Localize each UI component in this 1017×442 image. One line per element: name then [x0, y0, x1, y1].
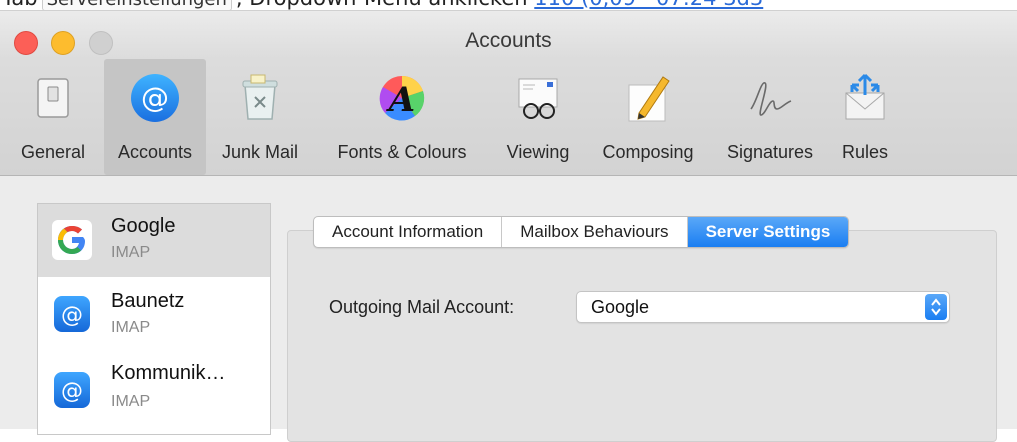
- svg-text:A: A: [386, 80, 415, 120]
- font-color-wheel-icon: A: [379, 75, 425, 121]
- outgoing-mail-account-value: Google: [591, 297, 650, 317]
- caption-suffix: , Dropdown-Menü anklicken: [236, 0, 528, 10]
- general-switch-icon: [37, 78, 69, 118]
- tab-account-information[interactable]: Account Information: [314, 217, 503, 247]
- glasses-letter-icon: [518, 78, 558, 119]
- toolbar-fonts-colours-label: Fonts & Colours: [337, 142, 467, 162]
- toolbar-viewing-label: Viewing: [506, 142, 570, 162]
- window-title: Accounts: [465, 29, 552, 52]
- toolbar-composing-label: Composing: [602, 142, 694, 162]
- svg-text:@: @: [61, 303, 83, 328]
- junk-trash-icon: [242, 74, 278, 120]
- account-detail-pane: [287, 230, 997, 442]
- toolbar-junk-mail-label: Junk Mail: [221, 142, 299, 162]
- account-type: IMAP: [111, 244, 151, 261]
- toolbar-junk-mail[interactable]: Junk Mail: [208, 59, 312, 175]
- toolbar-accounts[interactable]: @ Accounts: [104, 59, 206, 175]
- popup-stepper[interactable]: [925, 294, 947, 320]
- account-item-kommunik[interactable]: @ Kommunik… IMAP: [38, 352, 270, 425]
- toolbar-rules-label: Rules: [841, 142, 889, 162]
- preferences-window: Accounts General @ Accounts Junk Mail A …: [0, 10, 1017, 442]
- content-area: Google IMAP @ Baunetz IMAP @ Kommunik… I…: [0, 176, 1017, 442]
- account-name: Baunetz: [111, 290, 185, 312]
- chevron-updown-icon: [931, 298, 941, 316]
- toolbar-signatures[interactable]: Signatures: [710, 59, 830, 175]
- toolbar-signatures-label: Signatures: [726, 142, 814, 162]
- tab-mailbox-behaviours[interactable]: Mailbox Behaviours: [502, 217, 688, 247]
- detail-tab-bar: Account Information Mailbox Behaviours S…: [313, 216, 850, 248]
- toolbar-composing[interactable]: Composing: [586, 59, 710, 175]
- account-item-baunetz[interactable]: @ Baunetz IMAP: [38, 278, 270, 351]
- instruction-caption: TabServereinstellungen, Dropdown-Menü an…: [0, 0, 1017, 11]
- tab-server-settings[interactable]: Server Settings: [687, 217, 849, 247]
- account-type: IMAP: [111, 319, 151, 336]
- account-list: Google IMAP @ Baunetz IMAP @ Kommunik… I…: [37, 203, 271, 435]
- caption-link[interactable]: 110 (0,09 · 07:24 3d3: [534, 0, 763, 10]
- outgoing-mail-account-select[interactable]: Google: [576, 291, 950, 323]
- at-mail-icon: @: [54, 296, 90, 332]
- svg-text:@: @: [61, 379, 83, 404]
- at-sign-icon: @: [131, 74, 179, 122]
- svg-text:@: @: [141, 81, 169, 114]
- rules-envelope-icon: [845, 73, 885, 120]
- toolbar-accounts-label: Accounts: [117, 142, 193, 162]
- toolbar-rules[interactable]: Rules: [830, 59, 900, 175]
- google-g-icon: [52, 220, 92, 260]
- title-bar: Accounts: [0, 11, 1017, 59]
- toolbar-general-label: General: [20, 142, 86, 162]
- outgoing-mail-account-label: Outgoing Mail Account:: [329, 297, 515, 317]
- at-mail-icon: @: [54, 372, 90, 408]
- account-name: Google: [111, 215, 176, 237]
- toolbar-fonts-colours[interactable]: A Fonts & Colours: [316, 59, 488, 175]
- pencil-paper-icon: [628, 76, 670, 122]
- account-type: IMAP: [111, 393, 151, 410]
- signature-icon: [750, 82, 792, 116]
- preferences-toolbar: General @ Accounts Junk Mail A Fonts & C…: [0, 59, 1017, 176]
- caption-prefix: Tab: [2, 0, 38, 10]
- toolbar-general[interactable]: General: [4, 59, 102, 175]
- account-item-google[interactable]: Google IMAP: [38, 204, 270, 277]
- account-name: Kommunik…: [111, 362, 226, 384]
- toolbar-viewing[interactable]: Viewing: [490, 59, 586, 175]
